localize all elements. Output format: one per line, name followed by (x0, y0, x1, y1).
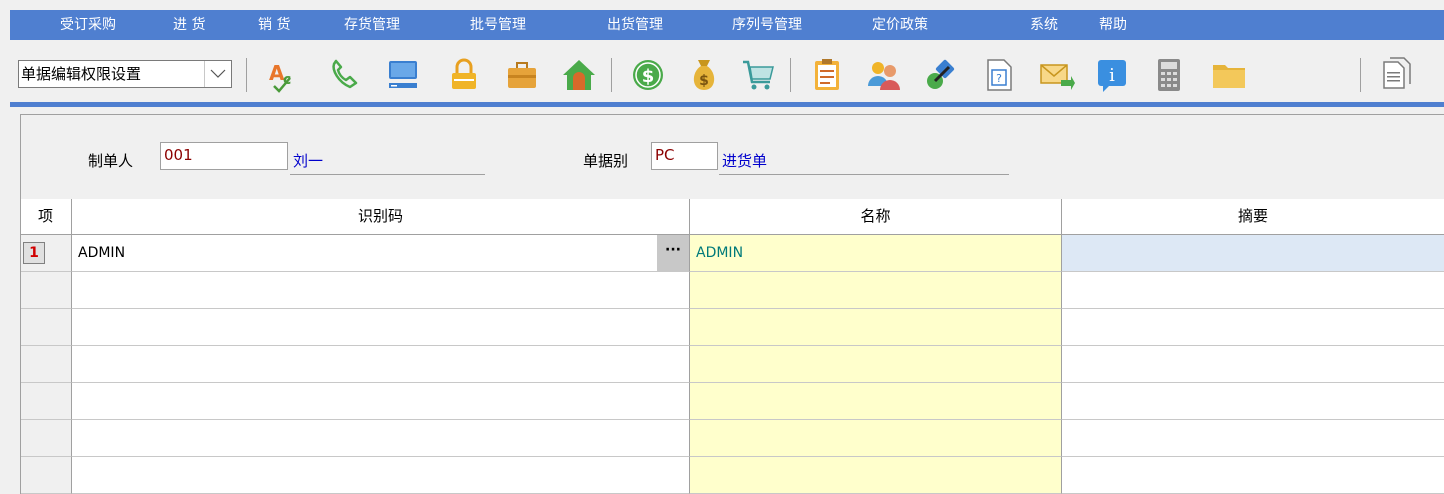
menu-serial-number[interactable]: 序列号管理 (732, 10, 802, 40)
code-cell[interactable] (72, 309, 690, 346)
table-row[interactable]: 1 ADMIN ··· ADMIN (20, 235, 1444, 272)
grid-left-border (20, 199, 21, 494)
menu-sales[interactable]: 销 货 (258, 10, 290, 40)
detail-grid: 项 识别码 名称 摘要 1 ADMIN ··· ADMIN (20, 199, 1444, 494)
copy-document-icon[interactable] (1378, 56, 1416, 94)
row-index-cell[interactable] (20, 272, 72, 309)
help-document-icon[interactable]: ? (980, 56, 1018, 94)
svg-text:$: $ (699, 73, 709, 89)
code-cell[interactable] (72, 272, 690, 309)
doc-type-label: 单据别 (583, 152, 629, 170)
row-index-cell[interactable] (20, 420, 72, 457)
menu-shipping[interactable]: 出货管理 (607, 10, 663, 40)
code-value: ADMIN (78, 245, 126, 261)
menu-bar-strip: 受订采购 进 货 销 货 存货管理 批号管理 出货管理 序列号管理 定价政策 系… (10, 10, 1444, 40)
briefcase-icon[interactable] (503, 56, 541, 94)
maker-code-field[interactable]: 001 (160, 142, 288, 170)
column-header-name[interactable]: 名称 (690, 199, 1062, 235)
name-cell[interactable] (690, 383, 1062, 420)
column-header-summary[interactable]: 摘要 (1062, 199, 1444, 235)
code-cell[interactable] (72, 383, 690, 420)
summary-cell[interactable] (1062, 457, 1444, 494)
lookup-button[interactable]: ··· (657, 235, 689, 271)
name-cell[interactable] (690, 309, 1062, 346)
svg-text:?: ? (996, 72, 1002, 85)
money-bag-icon[interactable]: $ (685, 56, 723, 94)
doc-type-name-underline (719, 174, 1009, 175)
menu-batch[interactable]: 批号管理 (470, 10, 526, 40)
svg-text:$: $ (642, 66, 655, 87)
chevron-down-icon (210, 69, 226, 78)
permission-combo[interactable]: 单据编辑权限设置 (18, 60, 232, 88)
menu-system[interactable]: 系统 (1030, 10, 1058, 40)
name-cell[interactable] (690, 272, 1062, 309)
row-index-cell[interactable] (20, 346, 72, 383)
maker-name: 刘一 (293, 152, 324, 170)
dollar-icon[interactable]: $ (629, 56, 667, 94)
row-index-cell[interactable] (20, 457, 72, 494)
clipboard-icon[interactable] (808, 56, 846, 94)
name-cell[interactable] (690, 420, 1062, 457)
menu-pricing[interactable]: 定价政策 (872, 10, 928, 40)
toolbar-separator (1360, 58, 1361, 92)
code-cell[interactable] (72, 346, 690, 383)
home-icon[interactable] (560, 56, 598, 94)
spellcheck-icon[interactable]: Ac (266, 56, 304, 94)
code-cell[interactable] (72, 457, 690, 494)
info-icon[interactable]: i (1093, 56, 1131, 94)
mail-icon[interactable] (1037, 56, 1075, 94)
combo-value: 单据编辑权限设置 (21, 65, 142, 83)
column-header-index[interactable]: 项 (20, 199, 72, 235)
row-index-cell[interactable] (20, 383, 72, 420)
computer-icon[interactable] (384, 56, 422, 94)
row-index-cell[interactable]: 1 (20, 235, 72, 272)
users-icon[interactable] (865, 56, 903, 94)
doc-type-name: 进货单 (722, 152, 768, 170)
menu-purchase-order[interactable]: 受订采购 (60, 10, 116, 40)
table-row[interactable] (20, 346, 1444, 383)
phone-icon[interactable] (326, 56, 364, 94)
name-cell[interactable] (690, 457, 1062, 494)
summary-cell[interactable] (1062, 235, 1444, 272)
table-row[interactable] (20, 309, 1444, 346)
maker-name-underline (290, 174, 485, 175)
row-index-cell[interactable] (20, 309, 72, 346)
combo-dropdown-button[interactable] (204, 61, 231, 87)
doc-type-code-field[interactable]: PC (651, 142, 718, 170)
toolbar-separator (790, 58, 791, 92)
summary-cell[interactable] (1062, 346, 1444, 383)
column-header-code[interactable]: 识别码 (72, 199, 690, 235)
cart-icon[interactable] (740, 56, 778, 94)
toolbar-separator (611, 58, 612, 92)
summary-cell[interactable] (1062, 309, 1444, 346)
name-cell[interactable]: ADMIN (690, 235, 1062, 272)
summary-cell[interactable] (1062, 383, 1444, 420)
summary-cell[interactable] (1062, 420, 1444, 457)
svg-text:i: i (1109, 65, 1115, 86)
menu-inventory[interactable]: 存货管理 (344, 10, 400, 40)
menu-bar: 受订采购 进 货 销 货 存货管理 批号管理 出货管理 序列号管理 定价政策 系… (0, 0, 1444, 40)
table-row[interactable] (20, 272, 1444, 309)
code-cell[interactable]: ADMIN ··· (72, 235, 690, 272)
folder-icon[interactable] (1210, 56, 1248, 94)
link-icon[interactable] (922, 56, 960, 94)
toolbar-separator (246, 58, 247, 92)
row-index-number: 1 (23, 242, 45, 264)
calculator-icon[interactable] (1150, 56, 1188, 94)
lock-icon[interactable] (445, 56, 483, 94)
menu-help[interactable]: 帮助 (1099, 10, 1127, 40)
menu-purchase[interactable]: 进 货 (173, 10, 205, 40)
table-row[interactable] (20, 420, 1444, 457)
name-cell[interactable] (690, 346, 1062, 383)
maker-label: 制单人 (88, 152, 134, 170)
table-row[interactable] (20, 457, 1444, 494)
summary-cell[interactable] (1062, 272, 1444, 309)
toolbar-divider (10, 102, 1444, 107)
code-cell[interactable] (72, 420, 690, 457)
table-row[interactable] (20, 383, 1444, 420)
